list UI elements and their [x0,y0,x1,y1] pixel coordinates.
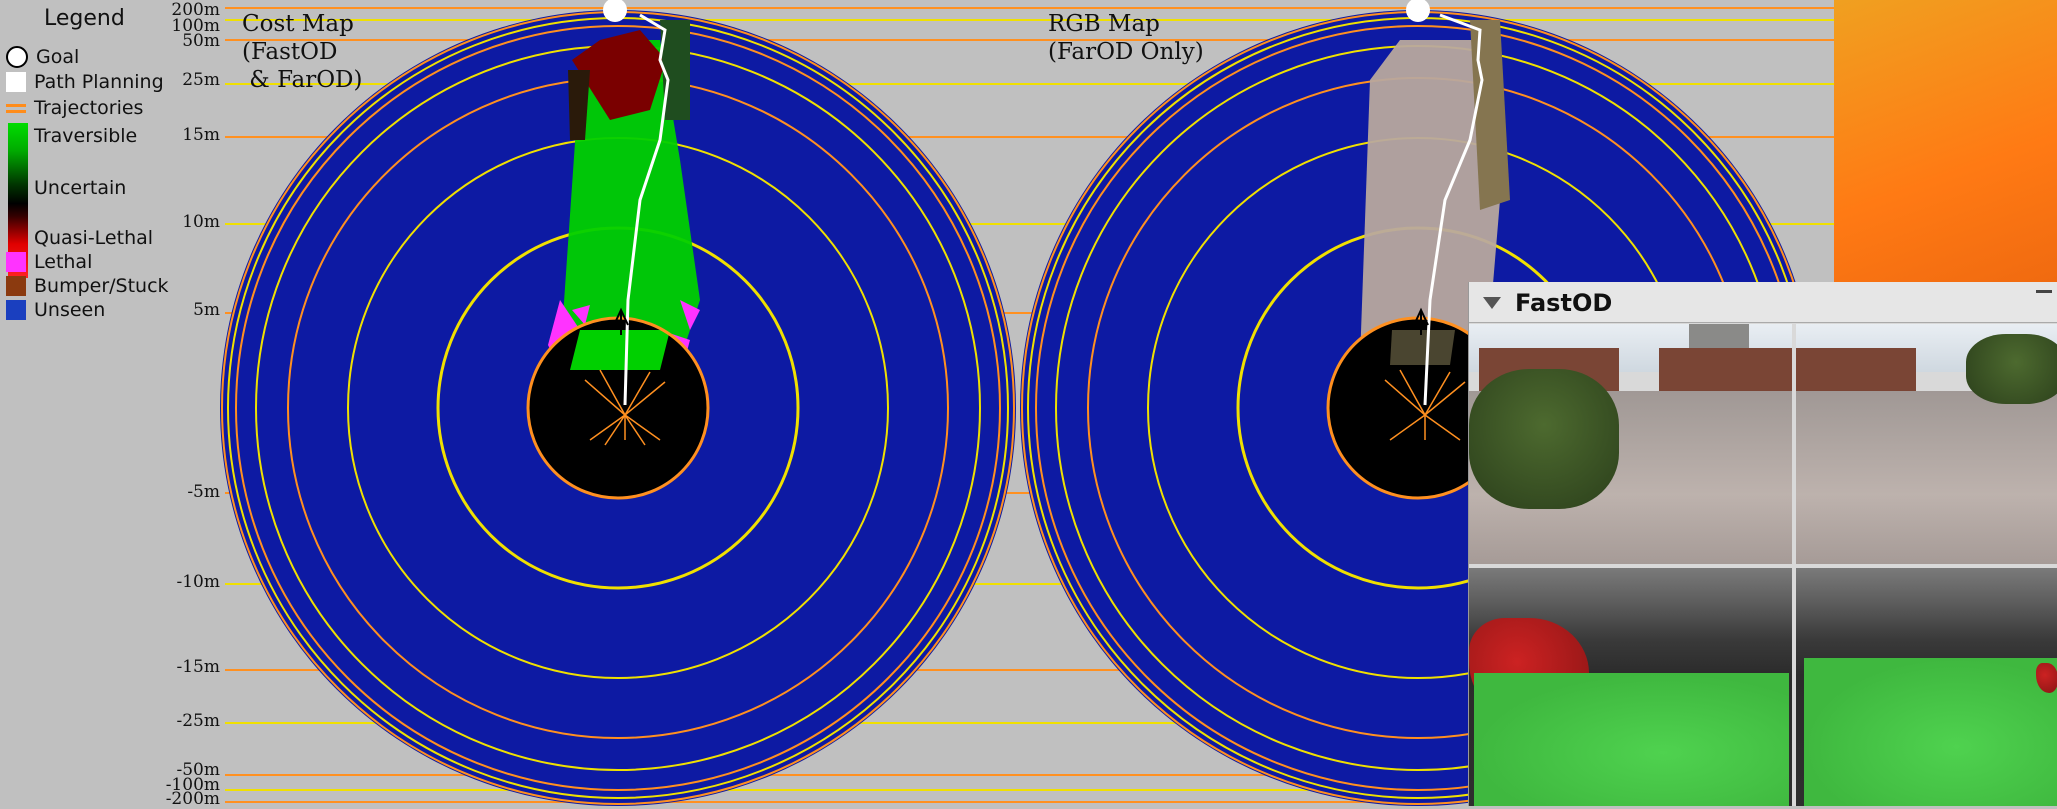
cost-map-title-line2: (FastOD [242,39,338,65]
scale-label-10m: 10m [182,212,220,232]
legend-label: Lethal [34,251,93,273]
building [1659,348,1792,396]
legend-swatch [6,276,26,296]
scale-label-50m: 50m [182,31,220,51]
camera-left-segmentation [1469,568,1792,806]
camera-right-rgb [1796,324,2057,564]
scale-label-25m: 25m [182,70,220,90]
camera-right-segmentation [1796,568,2057,806]
scale-label-neg10m: -10m [176,572,221,592]
cost-map-title: Cost Map (FastOD & FarOD) [242,10,362,94]
traversible-overlay [1474,673,1789,806]
bush [1469,369,1619,509]
road [1796,391,2057,564]
scale-label-neg15m: -15m [176,657,221,677]
legend-swatch [6,178,26,198]
legend-swatch [6,252,26,272]
map-corner-fill [1834,0,2057,282]
cost-map-title-line1: Cost Map [242,11,354,37]
scale-label-neg5m: -5m [187,482,220,502]
building [1796,348,1916,396]
legend-label: Bumper/Stuck [34,275,169,297]
cost-map-title-line3: & FarOD) [242,67,363,93]
legend-item-uncertain: Uncertain [6,176,126,200]
trajectory-lines-icon [6,98,26,118]
scale-label-neg25m: -25m [176,711,221,731]
scale-label-15m: 15m [182,125,220,145]
fastod-panel-title: FastOD [1515,289,1613,317]
legend-label: Uncertain [34,177,127,199]
scale-label-neg200m: -200m [165,789,220,809]
minimize-icon[interactable] [2036,290,2052,293]
scale-label-5m: 5m [193,300,220,320]
rgb-map-title: RGB Map (FarOD Only) [1048,10,1204,66]
fastod-panel: FastOD [1468,282,2057,806]
cost-map [220,0,1016,806]
rgb-map-title-line1: RGB Map [1048,11,1160,37]
rgb-map-title-line2: (FarOD Only) [1048,39,1204,65]
camera-left-rgb [1469,324,1792,564]
legend-label: Trajectories [34,97,144,119]
fastod-panel-header[interactable]: FastOD [1469,282,2057,323]
legend-item-trajectories: Trajectories [6,96,143,120]
legend-item-lethal: Lethal [6,250,92,274]
triangle-down-icon[interactable] [1483,297,1501,309]
bush [1966,334,2057,404]
traversible-overlay [1804,658,2057,806]
legend-item-bumper-stuck: Bumper/Stuck [6,274,169,298]
